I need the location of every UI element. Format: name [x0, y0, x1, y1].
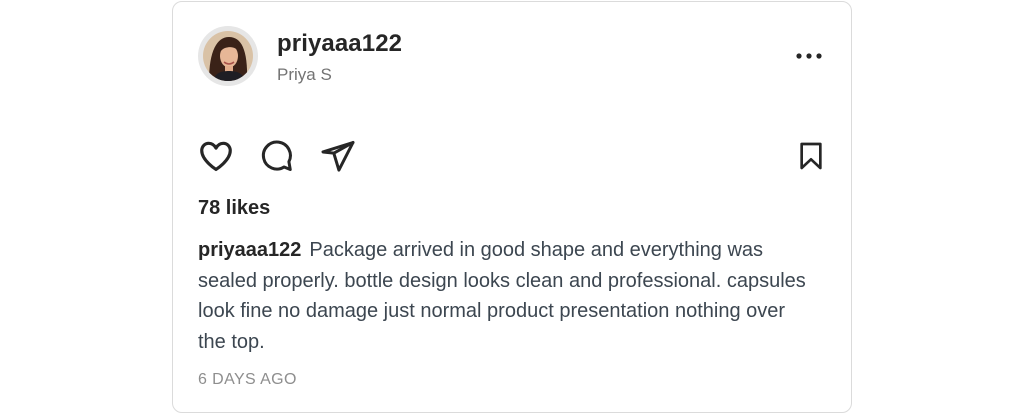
post-card: priyaaa122 Priya S 78 likes priyaaa122 Pa… — [172, 1, 852, 413]
avatar-photo — [203, 31, 253, 81]
post-username[interactable]: priyaaa122 — [277, 29, 402, 59]
more-horizontal-icon — [796, 53, 822, 59]
share-button[interactable] — [318, 136, 358, 176]
post-full-name: Priya S — [277, 65, 332, 84]
send-icon — [321, 141, 355, 172]
post-caption: priyaaa122 Package arrived in good shape … — [198, 235, 808, 357]
post-timestamp: 6 DAYS AGO — [198, 371, 297, 388]
comment-button[interactable] — [256, 136, 296, 176]
likes-count[interactable]: 78 likes — [198, 195, 270, 221]
bookmark-icon — [800, 142, 822, 170]
save-button[interactable] — [791, 136, 831, 176]
like-button[interactable] — [196, 136, 236, 176]
more-options-button[interactable] — [789, 42, 829, 70]
heart-icon — [200, 141, 232, 172]
caption-username[interactable]: priyaaa122 — [198, 239, 301, 261]
avatar[interactable] — [198, 26, 258, 86]
comment-icon — [261, 140, 292, 171]
